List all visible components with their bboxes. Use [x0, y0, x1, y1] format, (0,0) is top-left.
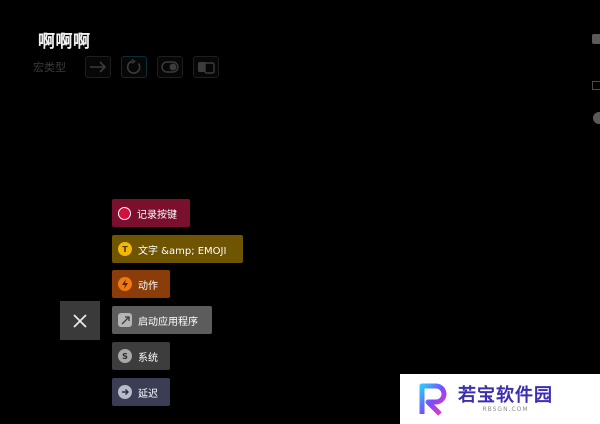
record-icon — [118, 206, 131, 220]
multi-key-icon — [198, 62, 215, 74]
system-icon: S — [118, 349, 132, 363]
text-emoji-button[interactable]: T 文字 &amp; EMOJI — [112, 235, 243, 263]
macro-type-label: 宏类型 — [33, 61, 66, 74]
info-icon[interactable] — [593, 112, 600, 124]
close-menu-button[interactable] — [60, 301, 100, 340]
watermark-url: RBSGN.COM — [482, 405, 529, 413]
lightning-icon — [118, 277, 132, 291]
macro-editor: 啊啊啊 宏类型 记录按键 T 文字 &amp; EMOJI 动作 启动应用程序 … — [0, 0, 600, 424]
launch-app-button[interactable]: 启动应用程序 — [112, 306, 212, 334]
text-emoji-label: 文字 &amp; EMOJI — [138, 245, 227, 257]
delay-button[interactable]: 延迟 — [112, 378, 170, 406]
macro-title[interactable]: 啊啊啊 — [38, 27, 91, 52]
toggle-icon — [161, 61, 179, 73]
watermark-name: 若宝软件园 — [458, 384, 553, 406]
delay-icon — [118, 385, 132, 399]
delay-label: 延迟 — [138, 388, 158, 400]
square-icon[interactable] — [592, 81, 600, 90]
motion-button[interactable]: 动作 — [112, 270, 170, 298]
record-keys-button[interactable]: 记录按键 — [112, 199, 190, 227]
macro-type-multi-key-button[interactable] — [193, 56, 219, 78]
launch-app-icon — [118, 313, 132, 327]
close-icon — [73, 313, 87, 328]
watermark: 若宝软件园 RBSGN.COM — [400, 374, 600, 424]
system-label: 系统 — [138, 352, 158, 364]
launch-app-label: 启动应用程序 — [138, 316, 198, 328]
system-button[interactable]: S 系统 — [112, 342, 170, 370]
text-icon: T — [118, 242, 132, 256]
checkbox-icon[interactable] — [592, 34, 600, 44]
arrow-right-icon — [90, 61, 107, 73]
watermark-logo-icon — [419, 383, 447, 416]
watermark-text: 若宝软件园 RBSGN.COM — [458, 384, 553, 413]
macro-type-arrow-button[interactable] — [85, 56, 111, 78]
macro-type-row: 宏类型 — [33, 56, 229, 78]
record-keys-label: 记录按键 — [137, 209, 177, 221]
motion-label: 动作 — [138, 280, 158, 292]
rotate-icon — [126, 59, 141, 74]
macro-type-toggle-button[interactable] — [157, 56, 183, 78]
macro-type-rotate-button[interactable] — [121, 56, 147, 78]
